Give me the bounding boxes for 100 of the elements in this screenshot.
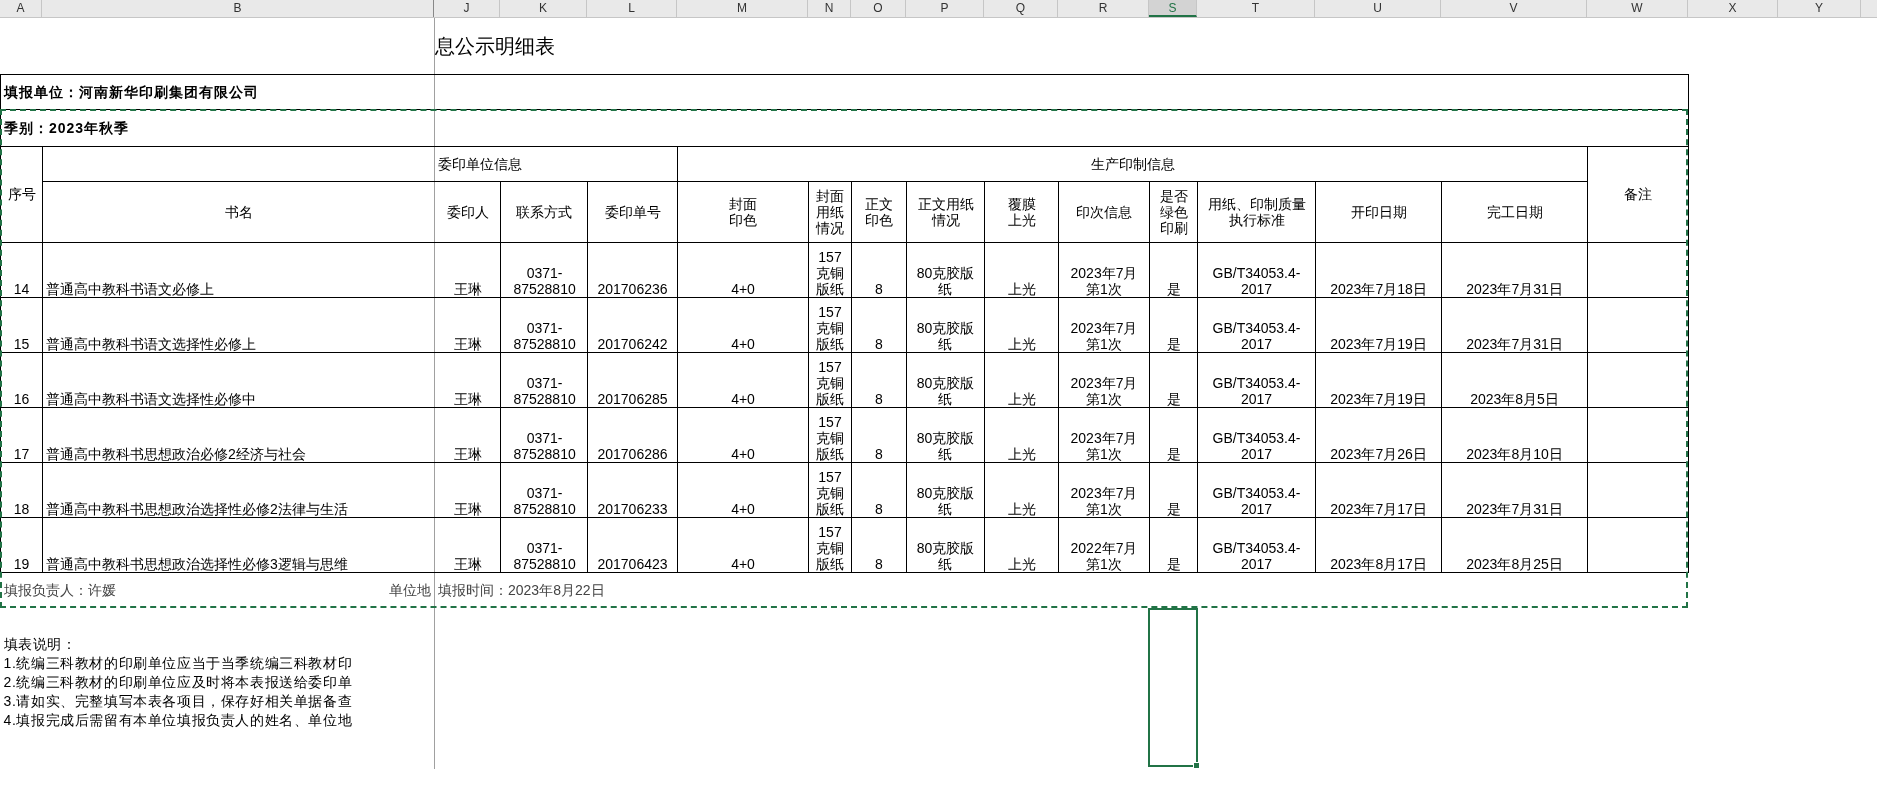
table-cell: 2023年7月第1次 — [1058, 297, 1150, 352]
table-cell: 8 — [851, 517, 907, 572]
table-cell: 0371-87528810 — [500, 407, 588, 462]
column-header[interactable]: A — [0, 0, 42, 17]
table-cell: 201706423 — [587, 517, 678, 572]
table-cell: 201706242 — [587, 297, 678, 352]
selected-cell[interactable] — [1148, 608, 1198, 767]
season-label: 季别：2023年秋季 — [0, 109, 435, 146]
table-cell: 8 — [851, 462, 907, 517]
column-header[interactable]: L — [587, 0, 677, 17]
column-heading: 委印单号 — [587, 181, 678, 242]
table-cell: GB/T34053.4-2017 — [1197, 462, 1316, 517]
table-cell: 0371-87528810 — [500, 462, 588, 517]
column-header[interactable]: Q — [984, 0, 1058, 17]
table-cell: 16 — [0, 352, 43, 407]
column-header[interactable]: P — [906, 0, 984, 17]
column-header[interactable]: S — [1149, 0, 1197, 17]
table-cell: 普通高中教科书语文选择性必修中 — [42, 352, 435, 407]
column-header[interactable]: M — [677, 0, 808, 17]
table-cell: 4+0 — [677, 407, 809, 462]
column-header[interactable]: U — [1315, 0, 1441, 17]
table-cell: 4+0 — [677, 462, 809, 517]
table-cell: 8 — [851, 407, 907, 462]
column-header[interactable]: J — [434, 0, 500, 17]
table-cell: 8 — [851, 352, 907, 407]
column-heading: 是否绿色印刷 — [1149, 181, 1198, 242]
table-cell: 王琳 — [434, 297, 501, 352]
note-line: 2.统编三科教材的印刷单位应及时将本表报送给委印单 — [0, 672, 435, 691]
table-cell: GB/T34053.4-2017 — [1197, 297, 1316, 352]
column-heading: 用纸、印制质量执行标准 — [1197, 181, 1316, 242]
column-heading: 序号 — [0, 146, 43, 242]
table-cell: 18 — [0, 462, 43, 517]
table-cell: 80克胶版纸 — [906, 242, 985, 297]
note-line: 1.统编三科教材的印刷单位应当于当季统编三科教材印 — [0, 653, 435, 672]
table-cell: 80克胶版纸 — [906, 352, 985, 407]
table-cell: 是 — [1149, 242, 1198, 297]
table-cell: 4+0 — [677, 297, 809, 352]
table-cell: 201706236 — [587, 242, 678, 297]
table-cell: 上光 — [984, 242, 1059, 297]
table-cell: 2023年7月31日 — [1441, 242, 1588, 297]
column-header[interactable]: V — [1441, 0, 1587, 17]
table-cell: GB/T34053.4-2017 — [1197, 517, 1316, 572]
table-cell: 普通高中教科书思想政治选择性必修3逻辑与思维 — [42, 517, 435, 572]
table-cell: 0371-87528810 — [500, 517, 588, 572]
table-cell: 上光 — [984, 297, 1059, 352]
column-heading: 覆膜上光 — [984, 181, 1059, 242]
column-heading: 正文用纸情况 — [906, 181, 985, 242]
column-header[interactable]: X — [1688, 0, 1778, 17]
table-cell: 普通高中教科书思想政治必修2经济与社会 — [42, 407, 435, 462]
table-cell: 是 — [1149, 517, 1198, 572]
table-cell: 王琳 — [434, 517, 501, 572]
column-group-heading: 委印单位信息 — [434, 146, 678, 181]
table-cell: 是 — [1149, 352, 1198, 407]
table-cell: 0371-87528810 — [500, 352, 588, 407]
table-cell: 2023年7月第1次 — [1058, 462, 1150, 517]
column-header[interactable]: O — [851, 0, 906, 17]
table-cell: 是 — [1149, 297, 1198, 352]
table-cell: 19 — [0, 517, 43, 572]
table-cell: 157克铜版纸 — [808, 407, 852, 462]
table-cell: 201706285 — [587, 352, 678, 407]
table-cell: 201706286 — [587, 407, 678, 462]
table-cell: 2023年7月19日 — [1315, 352, 1442, 407]
column-header[interactable]: B — [42, 0, 434, 17]
column-heading: 印次信息 — [1058, 181, 1150, 242]
table-cell: 80克胶版纸 — [906, 407, 985, 462]
table-cell: 是 — [1149, 407, 1198, 462]
table-cell: 2022年7月第1次 — [1058, 517, 1150, 572]
column-header[interactable]: Y — [1778, 0, 1861, 17]
table-cell: 201706233 — [587, 462, 678, 517]
table-cell: 王琳 — [434, 462, 501, 517]
column-heading: 封面印色 — [677, 181, 809, 242]
note-line: 4.填报完成后需留有本单位填报负责人的姓名、单位地 — [0, 710, 435, 729]
table-cell: 上光 — [984, 462, 1059, 517]
table-cell: 80克胶版纸 — [906, 297, 985, 352]
table-cell: 王琳 — [434, 242, 501, 297]
table-cell: 14 — [0, 242, 43, 297]
table-cell: 2023年7月19日 — [1315, 297, 1442, 352]
column-header[interactable]: W — [1587, 0, 1688, 17]
table-cell: 普通高中教科书语文选择性必修上 — [42, 297, 435, 352]
table-cell: 157克铜版纸 — [808, 352, 852, 407]
table-cell: GB/T34053.4-2017 — [1197, 352, 1316, 407]
table-cell: 普通高中教科书思想政治选择性必修2法律与生活 — [42, 462, 435, 517]
column-group-heading: 生产印制信息 — [677, 146, 1588, 181]
table-cell: 2023年7月17日 — [1315, 462, 1442, 517]
table-cell: 17 — [0, 407, 43, 462]
table-cell: 4+0 — [677, 352, 809, 407]
table-cell: 4+0 — [677, 242, 809, 297]
column-header[interactable]: K — [500, 0, 587, 17]
table-cell: 8 — [851, 242, 907, 297]
column-header[interactable]: N — [808, 0, 851, 17]
table-cell: 0371-87528810 — [500, 297, 588, 352]
column-heading: 书名 — [42, 181, 435, 242]
column-heading: 正文印色 — [851, 181, 907, 242]
column-heading: 委印人 — [434, 181, 501, 242]
table-cell: 8 — [851, 297, 907, 352]
table-cell: GB/T34053.4-2017 — [1197, 407, 1316, 462]
notes-title: 填表说明： — [0, 634, 435, 653]
table-cell: 0371-87528810 — [500, 242, 588, 297]
responsible-person: 填报负责人：许媛 — [3, 582, 116, 599]
column-header[interactable]: T — [1197, 0, 1315, 17]
